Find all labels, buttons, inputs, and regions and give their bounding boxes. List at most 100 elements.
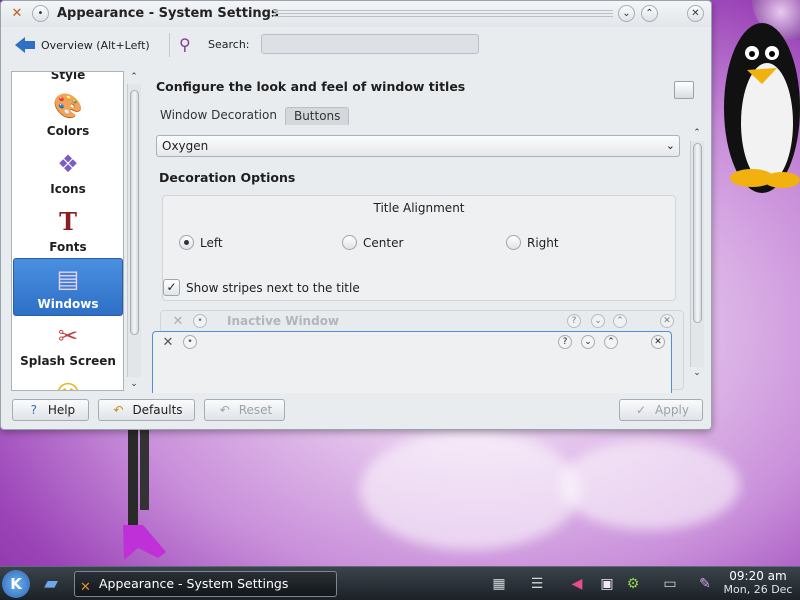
defaults-icon: ↶ — [113, 403, 124, 417]
emoticons-icon: ☺ — [52, 378, 84, 390]
binoculars-icon: ⚲ — [179, 35, 191, 54]
clock[interactable]: 09:20 am Mon, 26 Dec — [720, 569, 796, 596]
radio-button[interactable] — [342, 235, 357, 250]
clock-date: Mon, 26 Dec — [723, 583, 793, 596]
sidebar-scroll-up-icon[interactable]: ⌃ — [127, 71, 141, 83]
sidebar-scroll-down-icon[interactable]: ⌄ — [127, 378, 141, 390]
preview-pin-icon: • — [193, 314, 207, 328]
inactive-window-title: Inactive Window — [227, 314, 340, 328]
taskbar: K ▰ ✕ Appearance - System Settings ▦ ☰ ◀… — [0, 566, 800, 600]
radio-button[interactable] — [506, 235, 521, 250]
icons-icon: ❖ — [57, 150, 79, 178]
alignment-right-radio[interactable]: Right — [506, 235, 559, 250]
preview-minimize-icon: ⌄ — [591, 314, 605, 328]
help-button[interactable]: ? Help — [12, 399, 89, 421]
main-panel: Configure the look and feel of window ti… — [146, 71, 704, 393]
preview-close-icon: ✕ — [660, 314, 674, 328]
decoration-select-value: Oxygen — [162, 139, 209, 153]
penguin-wallpaper-image — [724, 23, 800, 193]
apply-icon: ✓ — [636, 403, 647, 417]
sidebar-item-label: Fonts — [49, 240, 87, 254]
notes-icon[interactable]: ✎ — [692, 574, 718, 594]
sidebar-item-splash-screen[interactable]: ✂ Splash Screen — [13, 316, 123, 374]
network-icon[interactable]: ▭ — [658, 574, 682, 594]
splash-screen-icon: ✂ — [57, 322, 79, 350]
overview-label: Overview (Alt+Left) — [41, 38, 150, 52]
overview-button[interactable]: Overview (Alt+Left) — [15, 34, 150, 56]
search-label: Search: — [208, 38, 250, 51]
sidebar-item-partial[interactable]: ☺ — [13, 374, 123, 390]
tab-content: Oxygen ⌄ Decoration Options Title Alignm… — [152, 125, 686, 393]
fonts-icon: T — [59, 207, 77, 236]
sidebar-scroll-thumb[interactable] — [130, 90, 139, 335]
page-heading: Configure the look and feel of window ti… — [156, 79, 466, 94]
content-scroll-up-icon[interactable]: ⌃ — [690, 127, 704, 139]
settings-gear-icon[interactable]: ⚙ — [622, 574, 644, 594]
search-input[interactable] — [261, 34, 479, 54]
alignment-center-radio[interactable]: Center — [342, 235, 403, 250]
close-icon[interactable]: ✕ — [687, 5, 704, 22]
tab-window-decoration[interactable]: Window Decoration — [152, 107, 285, 125]
radio-button[interactable] — [179, 235, 194, 250]
title-bar[interactable]: ✕ • Appearance - System Settings ⌄ ⌃ ✕ — [1, 1, 711, 27]
preview-app-icon: ✕ — [162, 335, 174, 350]
tab-buttons[interactable]: Buttons — [284, 107, 350, 125]
windows-icon: ▤ — [56, 265, 80, 293]
content-scrollbar[interactable] — [690, 141, 704, 367]
window-list-icon[interactable]: ☰ — [518, 574, 556, 594]
content-scroll-down-icon[interactable]: ⌄ — [690, 367, 704, 379]
decoration-select[interactable]: Oxygen ⌄ — [156, 135, 680, 157]
legs-wallpaper-image — [123, 430, 166, 560]
colors-icon: 🎨 — [53, 92, 83, 120]
preview-help-icon: ? — [558, 335, 572, 349]
alignment-left-radio[interactable]: Left — [179, 235, 223, 250]
show-stripes-checkbox[interactable]: ✓ Show stripes next to the title — [163, 279, 360, 296]
task-title: Appearance - System Settings — [99, 576, 289, 591]
defaults-button[interactable]: ↶ Defaults — [98, 399, 195, 421]
volume-icon[interactable]: ◀ — [566, 574, 588, 594]
sidebar-scrollbar[interactable] — [127, 84, 141, 377]
preview-maximize-icon: ⌃ — [604, 335, 618, 349]
sidebar-item-icons[interactable]: ❖ Icons — [13, 144, 123, 202]
sidebar-item-colors[interactable]: 🎨 Colors — [13, 86, 123, 144]
checkbox[interactable]: ✓ — [163, 279, 180, 296]
checkbox-label: Show stripes next to the title — [186, 280, 360, 295]
help-icon: ? — [30, 403, 37, 417]
preview-help-icon: ? — [567, 314, 581, 328]
defaults-button-label: Defaults — [132, 403, 183, 417]
decoration-options-group: Title Alignment Left Center Right ✓ Show… — [162, 195, 676, 301]
sidebar-item-label: Colors — [46, 124, 90, 138]
toolbar-separator — [169, 33, 170, 57]
preview-close-icon: ✕ — [651, 335, 665, 349]
sidebar-item-windows[interactable]: ▤ Windows — [13, 258, 123, 316]
radio-label: Left — [200, 235, 223, 250]
task-appearance-system-settings[interactable]: ✕ Appearance - System Settings — [74, 571, 337, 597]
clipboard-icon[interactable]: ▣ — [596, 574, 618, 594]
sidebar-item-label: Windows — [37, 297, 99, 311]
system-settings-icon: ✕ — [80, 580, 91, 595]
system-settings-icon[interactable]: ✕ — [8, 5, 26, 23]
reset-icon: ↶ — [219, 403, 230, 417]
reset-button[interactable]: ↶ Reset — [204, 399, 285, 421]
radio-label: Center — [363, 235, 404, 250]
preview-maximize-icon: ⌃ — [613, 314, 627, 328]
title-alignment-label: Title Alignment — [373, 201, 465, 215]
folder-icon[interactable]: ▰ — [36, 572, 66, 596]
page-icon — [674, 81, 694, 99]
pager-icon[interactable]: ▦ — [484, 574, 514, 594]
content-scroll-thumb[interactable] — [693, 143, 702, 323]
apply-button[interactable]: ✓ Apply — [619, 399, 703, 421]
clock-time: 09:20 am — [729, 569, 787, 583]
maximize-icon[interactable]: ⌃ — [641, 5, 658, 22]
kde-menu-icon[interactable]: K — [2, 570, 30, 598]
desktop-highlight — [360, 430, 580, 550]
help-button-label: Help — [47, 403, 76, 417]
apply-button-label: Apply — [655, 403, 689, 417]
reset-button-label: Reset — [238, 403, 273, 417]
title-stripes — [273, 10, 613, 19]
minimize-icon[interactable]: ⌄ — [618, 5, 635, 22]
sidebar-item-fonts[interactable]: T Fonts — [13, 202, 123, 260]
back-arrow-icon — [15, 37, 35, 53]
sidebar-item-label: Icons — [50, 182, 86, 196]
pin-icon[interactable]: • — [32, 5, 49, 22]
